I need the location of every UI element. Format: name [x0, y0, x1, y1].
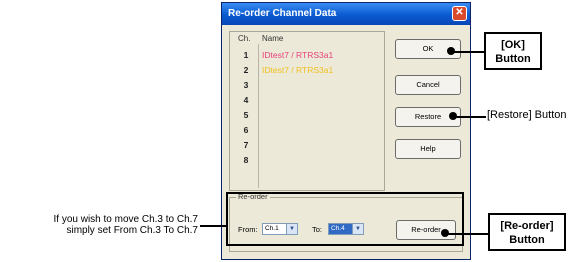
channel-number[interactable]: 1	[236, 48, 256, 63]
hint-line1: If you wish to move Ch.3 to Ch.7	[53, 214, 198, 225]
column-divider	[258, 44, 259, 188]
ok-pointer-line	[454, 51, 484, 53]
channel-number[interactable]: 4	[236, 93, 256, 108]
restore-annotation: [Restore] Button	[487, 109, 567, 121]
ok-callout: [OK] Button	[484, 32, 542, 70]
reorder-callout: [Re-order] Button	[488, 213, 566, 251]
reorder-callout-line2: Button	[509, 234, 545, 246]
title-bar[interactable]: Re-order Channel Data ✕	[222, 3, 470, 25]
hint-pointer-line	[200, 225, 226, 227]
reorder-pointer-line	[448, 233, 488, 235]
ch-column-header: Ch.	[238, 34, 251, 43]
channel-name-item[interactable]: IDtest7 / RTRS3a1	[262, 63, 333, 78]
window-title: Re-order Channel Data	[228, 8, 337, 19]
channel-number[interactable]: 2	[236, 63, 256, 78]
hint-line2: simply set From Ch.3 To Ch.7	[66, 225, 198, 236]
channel-number[interactable]: 7	[236, 138, 256, 153]
reorder-highlight-frame	[226, 192, 464, 246]
ok-callout-line1: [OK]	[501, 39, 525, 51]
channel-number[interactable]: 8	[236, 153, 256, 168]
cancel-button[interactable]: Cancel	[395, 75, 461, 95]
restore-pointer-line	[456, 116, 486, 118]
reorder-callout-line1: [Re-order]	[500, 220, 554, 232]
channel-name-item[interactable]: IDtest7 / RTRS3a1	[262, 48, 333, 63]
channel-number[interactable]: 3	[236, 78, 256, 93]
channel-list: Ch. Name 1 2 3 4 5 6 7 8 IDtest7 / RTRS3…	[229, 31, 385, 191]
channel-names: IDtest7 / RTRS3a1 IDtest7 / RTRS3a1	[262, 48, 333, 78]
channel-numbers: 1 2 3 4 5 6 7 8	[236, 48, 256, 168]
name-column-header: Name	[262, 34, 284, 43]
channel-number[interactable]: 5	[236, 108, 256, 123]
close-icon[interactable]: ✕	[452, 6, 467, 21]
hint-annotation: If you wish to move Ch.3 to Ch.7 simply …	[0, 214, 198, 236]
channel-number[interactable]: 6	[236, 123, 256, 138]
help-button[interactable]: Help	[395, 139, 461, 159]
ok-callout-line2: Button	[495, 53, 531, 65]
